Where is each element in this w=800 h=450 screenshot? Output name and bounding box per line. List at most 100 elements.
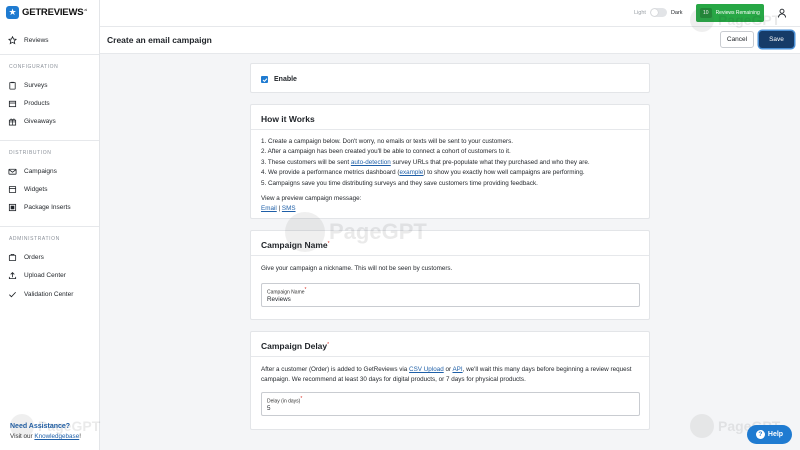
knowledgebase-link[interactable]: Knowledgebase bbox=[34, 433, 79, 440]
assistance-title: Need Assistance? bbox=[10, 423, 71, 430]
app-logo[interactable]: ★ GETREVIEWS.ai bbox=[6, 6, 87, 19]
sidebar-item-label: Widgets bbox=[24, 185, 48, 193]
campaign-name-field-label: Campaign Name bbox=[267, 289, 305, 296]
step-item: 3. These customers will be sent auto-det… bbox=[261, 158, 590, 168]
sidebar: ★ GETREVIEWS.ai Reviews CONFIGURATION Su… bbox=[0, 0, 100, 450]
reviews-remaining-badge[interactable]: 10 Reviews Remaining bbox=[696, 4, 764, 22]
star-icon bbox=[7, 35, 17, 45]
preview-email-link[interactable]: Email bbox=[261, 205, 277, 212]
preview-sms-link[interactable]: SMS bbox=[282, 205, 296, 212]
campaign-name-field[interactable]: Campaign Name* Reviews bbox=[261, 283, 640, 307]
toggle-knob bbox=[650, 9, 658, 16]
theme-toggle[interactable] bbox=[649, 8, 667, 17]
csv-upload-link[interactable]: CSV Upload bbox=[409, 366, 444, 373]
how-it-works-header: How it Works bbox=[251, 105, 649, 130]
sidebar-item-package-inserts[interactable]: Package Inserts bbox=[7, 201, 71, 213]
how-it-works-title: How it Works bbox=[261, 114, 315, 124]
sidebar-item-widgets[interactable]: Widgets bbox=[7, 183, 47, 195]
enable-checkbox[interactable] bbox=[261, 76, 268, 83]
step-item: 5. Campaigns save you time distributing … bbox=[261, 179, 538, 187]
api-link[interactable]: API bbox=[452, 366, 462, 373]
upload-icon bbox=[7, 270, 17, 280]
campaign-name-header: Campaign Name* bbox=[251, 231, 649, 256]
example-link[interactable]: example bbox=[399, 169, 423, 176]
enable-card: Enable bbox=[250, 63, 650, 93]
save-button[interactable]: Save bbox=[759, 31, 794, 48]
auto-detection-link[interactable]: auto-detection bbox=[351, 159, 391, 166]
section-title-administration: ADMINISTRATION bbox=[9, 236, 60, 242]
sidebar-item-products[interactable]: Products bbox=[7, 97, 50, 109]
how-it-works-steps: 1. Create a campaign below. Don't worry,… bbox=[261, 137, 590, 215]
theme-light-label: Light bbox=[634, 9, 646, 16]
enable-label: Enable bbox=[274, 76, 297, 83]
sidebar-item-label: Reviews bbox=[24, 36, 49, 44]
assistance-box: Need Assistance? Visit our Knowledgebase… bbox=[10, 423, 81, 440]
step-text: 3. These customers will be sent bbox=[261, 158, 351, 166]
delay-days-field-label: Delay (in days) bbox=[267, 398, 301, 405]
sidebar-item-giveaways[interactable]: Giveaways bbox=[7, 115, 56, 127]
step-item: 2. After a campaign has been created you… bbox=[261, 148, 511, 156]
mail-icon bbox=[7, 166, 17, 176]
campaign-name-title: Campaign Name bbox=[261, 240, 328, 250]
page-title: Create an email campaign bbox=[107, 35, 212, 45]
step-item: 1. Create a campaign below. Don't worry,… bbox=[261, 138, 514, 145]
campaign-name-value: Reviews bbox=[267, 296, 291, 303]
logo-star-icon: ★ bbox=[6, 6, 19, 19]
campaign-delay-header: Campaign Delay* bbox=[251, 332, 649, 357]
required-mark: * bbox=[327, 341, 330, 348]
sidebar-item-surveys[interactable]: Surveys bbox=[7, 79, 47, 91]
question-icon: ? bbox=[755, 430, 765, 439]
survey-icon bbox=[7, 80, 17, 90]
sidebar-item-label: Validation Center bbox=[24, 290, 74, 298]
delay-desc-text: , we'll wait this many days before begin… bbox=[462, 366, 632, 373]
theme-switch: Light Dark bbox=[634, 8, 683, 17]
step-text: ) to show you exactly how well campaigns… bbox=[423, 169, 585, 177]
checkmark-icon bbox=[7, 289, 17, 299]
page-header: Create an email campaign Cancel Save bbox=[100, 27, 800, 54]
top-bar: Light Dark 10 Reviews Remaining bbox=[100, 0, 800, 27]
delay-days-value: 5 bbox=[267, 405, 271, 412]
campaign-delay-title: Campaign Delay bbox=[261, 341, 328, 351]
package-insert-icon bbox=[7, 202, 17, 212]
orders-icon bbox=[7, 252, 17, 262]
sidebar-item-upload-center[interactable]: Upload Center bbox=[7, 269, 66, 281]
delay-desc-text: After a customer (Order) is added to Get… bbox=[261, 366, 410, 373]
sidebar-item-label: Products bbox=[24, 99, 50, 107]
reviews-remaining-count: 10 bbox=[700, 8, 712, 18]
step-text: survey URLs that pre-populate what they … bbox=[390, 158, 590, 166]
required-mark: * bbox=[304, 287, 307, 293]
preview-label: View a preview campaign message: bbox=[261, 195, 362, 203]
gift-icon bbox=[7, 116, 17, 126]
required-mark: * bbox=[327, 240, 330, 247]
how-it-works-card: How it Works 1. Create a campaign below.… bbox=[250, 104, 650, 219]
box-icon bbox=[7, 98, 17, 108]
section-title-configuration: CONFIGURATION bbox=[9, 64, 59, 70]
sidebar-item-label: Package Inserts bbox=[24, 203, 71, 211]
required-mark: * bbox=[300, 396, 303, 402]
delay-desc-line2: campaign. We recommend at least 30 days … bbox=[261, 376, 526, 384]
section-title-distribution: DISTRIBUTION bbox=[9, 150, 52, 156]
help-button[interactable]: ? Help bbox=[747, 425, 792, 444]
delay-days-field[interactable]: Delay (in days)* 5 bbox=[261, 392, 640, 416]
sidebar-divider bbox=[0, 54, 99, 55]
sidebar-item-reviews[interactable]: Reviews bbox=[7, 34, 49, 46]
sidebar-item-orders[interactable]: Orders bbox=[7, 251, 44, 263]
help-label: Help bbox=[767, 431, 784, 438]
logo-text: GETREVIEWS bbox=[22, 7, 84, 19]
sidebar-divider bbox=[0, 140, 99, 141]
enable-row: Enable bbox=[261, 76, 297, 83]
theme-dark-label: Dark bbox=[670, 9, 683, 16]
assistance-text: Visit our bbox=[10, 433, 35, 440]
sidebar-item-campaigns[interactable]: Campaigns bbox=[7, 165, 57, 177]
logo-suffix: .ai bbox=[83, 6, 87, 12]
sidebar-divider bbox=[0, 226, 99, 227]
reviews-remaining-label: Reviews Remaining bbox=[715, 10, 760, 16]
step-text: 4. We provide a performance metrics dash… bbox=[261, 169, 400, 177]
campaign-name-description: Give your campaign a nickname. This will… bbox=[261, 265, 453, 272]
campaign-delay-card: Campaign Delay* After a customer (Order)… bbox=[250, 331, 650, 430]
user-icon[interactable] bbox=[777, 8, 787, 18]
cancel-button[interactable]: Cancel bbox=[720, 31, 754, 48]
assistance-suffix: ! bbox=[79, 433, 81, 440]
preview-links: Email | SMS bbox=[261, 204, 590, 214]
sidebar-item-validation-center[interactable]: Validation Center bbox=[7, 288, 73, 300]
